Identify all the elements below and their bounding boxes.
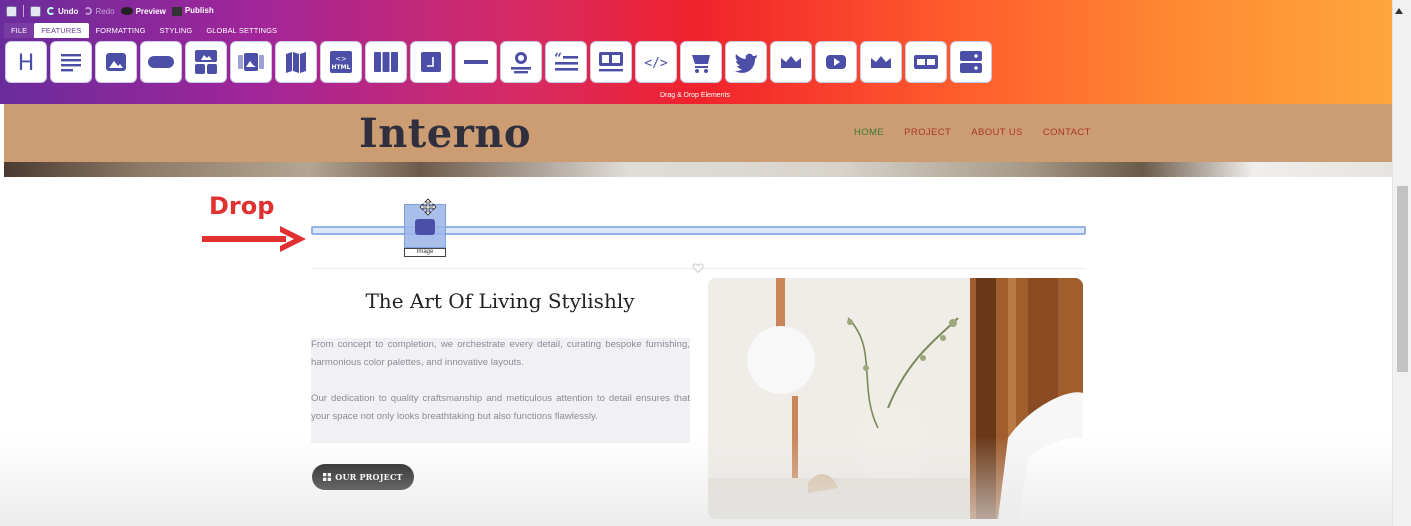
crown-icon bbox=[781, 56, 801, 68]
bottom-fade-overlay bbox=[0, 436, 1392, 526]
redo-label: Redo bbox=[95, 6, 115, 16]
slider-icon bbox=[238, 53, 264, 71]
map-icon bbox=[286, 52, 306, 73]
page-scrollbar[interactable] bbox=[1392, 0, 1411, 526]
heading-icon: H bbox=[18, 51, 35, 76]
our-project-label: OUR PROJECT bbox=[335, 472, 403, 482]
drop-arrow-icon bbox=[202, 226, 306, 252]
tab-global-settings[interactable]: GLOBAL SETTINGS bbox=[199, 23, 284, 38]
crown-icon bbox=[871, 56, 891, 68]
youtube-element-button[interactable] bbox=[815, 41, 857, 83]
undo-label: Undo bbox=[58, 6, 79, 16]
cart-icon bbox=[692, 55, 710, 73]
site-logo[interactable]: Interno bbox=[359, 110, 531, 157]
map-element-button[interactable] bbox=[275, 41, 317, 83]
input-element-button[interactable] bbox=[905, 41, 947, 83]
premium-element-button[interactable] bbox=[860, 41, 902, 83]
form-element-button[interactable] bbox=[950, 41, 992, 83]
tab-features[interactable]: FEATURES bbox=[34, 23, 89, 38]
drop-annotation-label: Drop bbox=[209, 192, 275, 220]
svg-text:<>: <> bbox=[335, 55, 347, 63]
container-icon bbox=[421, 52, 441, 72]
quote-element-button[interactable]: “ bbox=[545, 41, 587, 83]
preview-label: Preview bbox=[135, 6, 166, 16]
media-text-icon bbox=[599, 52, 623, 72]
publish-label: Publish bbox=[184, 6, 214, 16]
scroll-up-arrow-icon[interactable] bbox=[1395, 8, 1403, 14]
button-icon bbox=[148, 56, 174, 68]
grid-icon bbox=[323, 473, 332, 481]
content-title: The Art Of Living Stylishly bbox=[365, 289, 635, 313]
image-icon bbox=[415, 219, 435, 235]
cart-element-button[interactable] bbox=[680, 41, 722, 83]
svg-text:HTML: HTML bbox=[332, 64, 351, 71]
quote-icon: “ bbox=[554, 51, 578, 71]
media-text-element-button[interactable] bbox=[590, 41, 632, 83]
interior-photo bbox=[708, 278, 1083, 519]
undo-icon bbox=[47, 7, 55, 16]
ribbon-tabs: FILE FEATURES FORMATTING STYLING GLOBAL … bbox=[4, 23, 284, 38]
input-icon bbox=[914, 55, 938, 69]
nav-project[interactable]: PROJECT bbox=[904, 127, 951, 138]
nav-contact[interactable]: CONTACT bbox=[1043, 127, 1091, 138]
twitter-icon bbox=[735, 53, 757, 73]
form-icon bbox=[960, 51, 982, 73]
publish-button[interactable]: Publish bbox=[171, 6, 214, 16]
image-element-button[interactable] bbox=[95, 41, 137, 83]
nav-about-us[interactable]: ABOUT US bbox=[971, 127, 1023, 138]
testimonial-icon bbox=[511, 52, 531, 74]
toolbar-separator bbox=[23, 5, 24, 17]
gallery-element-button[interactable] bbox=[185, 41, 227, 83]
our-project-button[interactable]: OUR PROJECT bbox=[312, 464, 414, 490]
columns-icon bbox=[374, 52, 398, 72]
tab-formatting[interactable]: FORMATTING bbox=[89, 23, 153, 38]
redo-button[interactable]: Redo bbox=[84, 6, 115, 16]
button-element-button[interactable] bbox=[140, 41, 182, 83]
svg-text:H: H bbox=[18, 51, 35, 76]
file-menu-icon[interactable] bbox=[6, 5, 17, 17]
content-paragraph-1: From concept to completion, we orchestra… bbox=[311, 339, 690, 369]
save-icon[interactable] bbox=[30, 5, 41, 17]
youtube-icon bbox=[826, 55, 846, 69]
site-header: Interno HOME PROJECT ABOUT US CONTACT bbox=[4, 104, 1392, 162]
tab-styling[interactable]: STYLING bbox=[153, 23, 200, 38]
paragraph-element-button[interactable] bbox=[50, 41, 92, 83]
element-toolbar: H <> HTML “ </> bbox=[5, 41, 992, 83]
move-cursor-icon bbox=[419, 198, 437, 216]
dragged-element-label: Image bbox=[404, 248, 446, 257]
container-element-button[interactable] bbox=[410, 41, 452, 83]
heart-icon bbox=[692, 263, 704, 274]
content-paragraph-2: Our dedication to quality craftsmanship … bbox=[311, 393, 690, 423]
code-icon: </> bbox=[644, 56, 668, 71]
twitter-element-button[interactable] bbox=[725, 41, 767, 83]
undo-button[interactable]: Undo bbox=[47, 7, 78, 16]
html-element-button[interactable]: <> HTML bbox=[320, 41, 362, 83]
quick-access-toolbar: Undo Redo Preview Publish bbox=[6, 3, 214, 19]
code-element-button[interactable]: </> bbox=[635, 41, 677, 83]
crown-element-button[interactable] bbox=[770, 41, 812, 83]
ribbon-caption: Drag & Drop Elements bbox=[659, 92, 731, 99]
publish-icon bbox=[171, 6, 182, 16]
image-icon bbox=[106, 53, 126, 71]
divider-icon bbox=[464, 60, 488, 64]
nav-home[interactable]: HOME bbox=[854, 127, 884, 138]
gallery-icon bbox=[195, 50, 217, 74]
interior-photo-illustration bbox=[708, 278, 1083, 519]
html-icon: <>HTML bbox=[330, 51, 352, 73]
divider-element-button[interactable] bbox=[455, 41, 497, 83]
eye-icon bbox=[120, 7, 133, 16]
columns-element-button[interactable] bbox=[365, 41, 407, 83]
paragraph-icon bbox=[61, 54, 81, 72]
site-nav: HOME PROJECT ABOUT US CONTACT bbox=[854, 127, 1091, 138]
svg-text:</>: </> bbox=[644, 56, 668, 71]
preview-button[interactable]: Preview bbox=[120, 6, 166, 16]
redo-icon bbox=[84, 7, 93, 16]
heading-element-button[interactable]: H bbox=[5, 41, 47, 83]
hero-image-strip bbox=[4, 162, 1392, 177]
slider-element-button[interactable] bbox=[230, 41, 272, 83]
testimonial-element-button[interactable] bbox=[500, 41, 542, 83]
tab-file[interactable]: FILE bbox=[4, 23, 35, 38]
editor-ribbon: Undo Redo Preview Publish FILE FEATURES … bbox=[0, 0, 1392, 104]
scrollbar-thumb[interactable] bbox=[1397, 186, 1408, 372]
